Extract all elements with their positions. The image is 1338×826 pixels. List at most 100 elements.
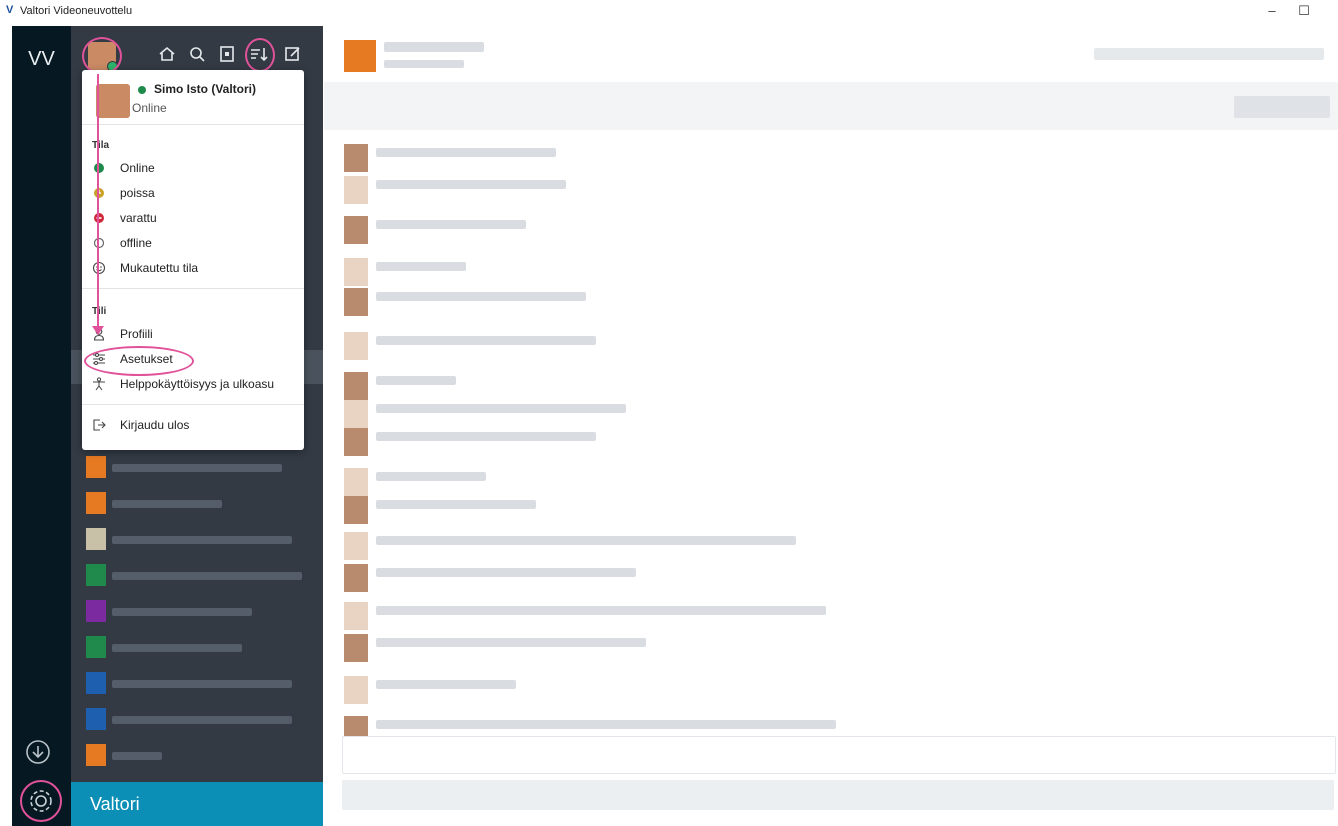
channel-avatar <box>344 40 376 72</box>
logout-icon <box>92 418 106 432</box>
conversation-row[interactable] <box>86 708 306 730</box>
conversation-label-blurred <box>112 608 252 616</box>
status-online-item[interactable]: Online <box>92 158 292 178</box>
conversation-avatar <box>86 744 106 766</box>
message-text-blurred <box>376 606 826 615</box>
message-avatar <box>344 496 368 524</box>
account-section-title: Tili <box>92 306 107 317</box>
brand-bar: Valtori <box>71 782 323 826</box>
conversation-avatar <box>86 600 106 622</box>
maximize-button[interactable]: ☐ <box>1292 2 1316 20</box>
message-avatar <box>344 428 368 456</box>
message-text-blurred <box>376 680 516 689</box>
sort-highlight-ring <box>245 38 275 72</box>
busy-icon <box>92 211 106 225</box>
status-offline-item[interactable]: offline <box>92 233 292 253</box>
status-away-item[interactable]: poissa <box>92 183 292 203</box>
workspace-rail: VV <box>12 26 71 826</box>
message-avatar <box>344 144 368 172</box>
conversation-row[interactable] <box>86 744 306 766</box>
conversation-row[interactable] <box>86 600 306 622</box>
conversation-avatar <box>86 456 106 478</box>
message-avatar <box>344 400 368 428</box>
compose-icon[interactable] <box>282 43 304 65</box>
message-text-blurred <box>376 568 636 577</box>
conversation-label-blurred <box>112 680 292 688</box>
menu-avatar <box>96 84 130 118</box>
home-icon[interactable] <box>156 43 178 65</box>
conversation-avatar <box>86 636 106 658</box>
conversation-row[interactable] <box>86 564 306 586</box>
conversation-row[interactable] <box>86 672 306 694</box>
composer-toolbar[interactable] <box>342 780 1334 810</box>
conversation-label-blurred <box>112 752 162 760</box>
minimize-button[interactable]: – <box>1260 2 1284 20</box>
divider <box>82 124 304 125</box>
online-dot-icon <box>92 161 106 175</box>
profile-menu: Simo Isto (Valtori) Online Tila Online p… <box>82 70 304 450</box>
accessibility-item[interactable]: Helppokäyttöisyys ja ulkoasu <box>92 374 292 394</box>
meeting-icon[interactable] <box>216 43 238 65</box>
message-text-blurred <box>376 432 596 441</box>
message-text-blurred <box>376 262 466 271</box>
user-status: Online <box>132 101 167 115</box>
settings-highlight-ellipse <box>84 346 194 376</box>
conversation-label-blurred <box>112 644 242 652</box>
workspace-button[interactable]: VV <box>12 48 71 71</box>
profile-item[interactable]: Profiili <box>92 324 292 344</box>
message-avatar <box>344 532 368 560</box>
title-bar: V Valtori Videoneuvottelu – ☐ <box>0 0 1338 22</box>
conversation-avatar <box>86 708 106 730</box>
app-logo-icon: V <box>6 4 14 16</box>
main-content <box>324 26 1338 826</box>
offline-circle-icon <box>92 236 106 250</box>
settings-gear-icon[interactable] <box>20 780 62 822</box>
conversation-label-blurred <box>112 536 292 544</box>
custom-status-item[interactable]: Mukautettu tila <box>92 258 292 278</box>
status-busy-item[interactable]: varattu <box>92 208 292 228</box>
logout-item[interactable]: Kirjaudu ulos <box>92 415 292 435</box>
message-avatar <box>344 258 368 286</box>
message-text-blurred <box>376 638 646 647</box>
status-section-title: Tila <box>92 140 110 151</box>
divider <box>82 288 304 289</box>
conversation-avatar <box>86 672 106 694</box>
message-text-blurred <box>376 500 536 509</box>
message-text-blurred <box>376 220 526 229</box>
message-avatar <box>344 634 368 662</box>
conversation-row[interactable] <box>86 636 306 658</box>
annotation-arrowhead <box>92 326 104 335</box>
conversation-avatar <box>86 528 106 550</box>
message-avatar <box>344 676 368 704</box>
message-avatar <box>344 372 368 400</box>
conversation-label-blurred <box>112 464 282 472</box>
accessibility-icon <box>92 377 106 391</box>
message-avatar <box>344 176 368 204</box>
conversation-row[interactable] <box>86 456 306 478</box>
message-avatar <box>344 288 368 316</box>
message-text-blurred <box>376 180 566 189</box>
conversation-row[interactable] <box>86 528 306 550</box>
conversation-label-blurred <box>112 572 302 580</box>
away-clock-icon <box>92 186 106 200</box>
message-text-blurred <box>376 472 486 481</box>
message-avatar <box>344 332 368 360</box>
channel-subtitle <box>384 60 464 68</box>
message-input[interactable] <box>342 736 1336 774</box>
window-title: Valtori Videoneuvottelu <box>20 5 133 17</box>
header-actions[interactable] <box>1094 48 1324 60</box>
download-icon[interactable] <box>24 738 52 766</box>
message-text-blurred <box>376 148 556 157</box>
banner-button[interactable] <box>1234 96 1330 118</box>
conversation-row[interactable] <box>86 492 306 514</box>
pinned-banner <box>324 82 1338 130</box>
smiley-icon <box>92 261 106 275</box>
message-avatar <box>344 564 368 592</box>
message-text-blurred <box>376 376 456 385</box>
user-name: Simo Isto (Valtori) <box>154 82 257 96</box>
message-avatar <box>344 216 368 244</box>
message-text-blurred <box>376 292 586 301</box>
message-text-blurred <box>376 404 626 413</box>
search-icon[interactable] <box>186 43 208 65</box>
brand-label: Valtori <box>90 794 140 814</box>
